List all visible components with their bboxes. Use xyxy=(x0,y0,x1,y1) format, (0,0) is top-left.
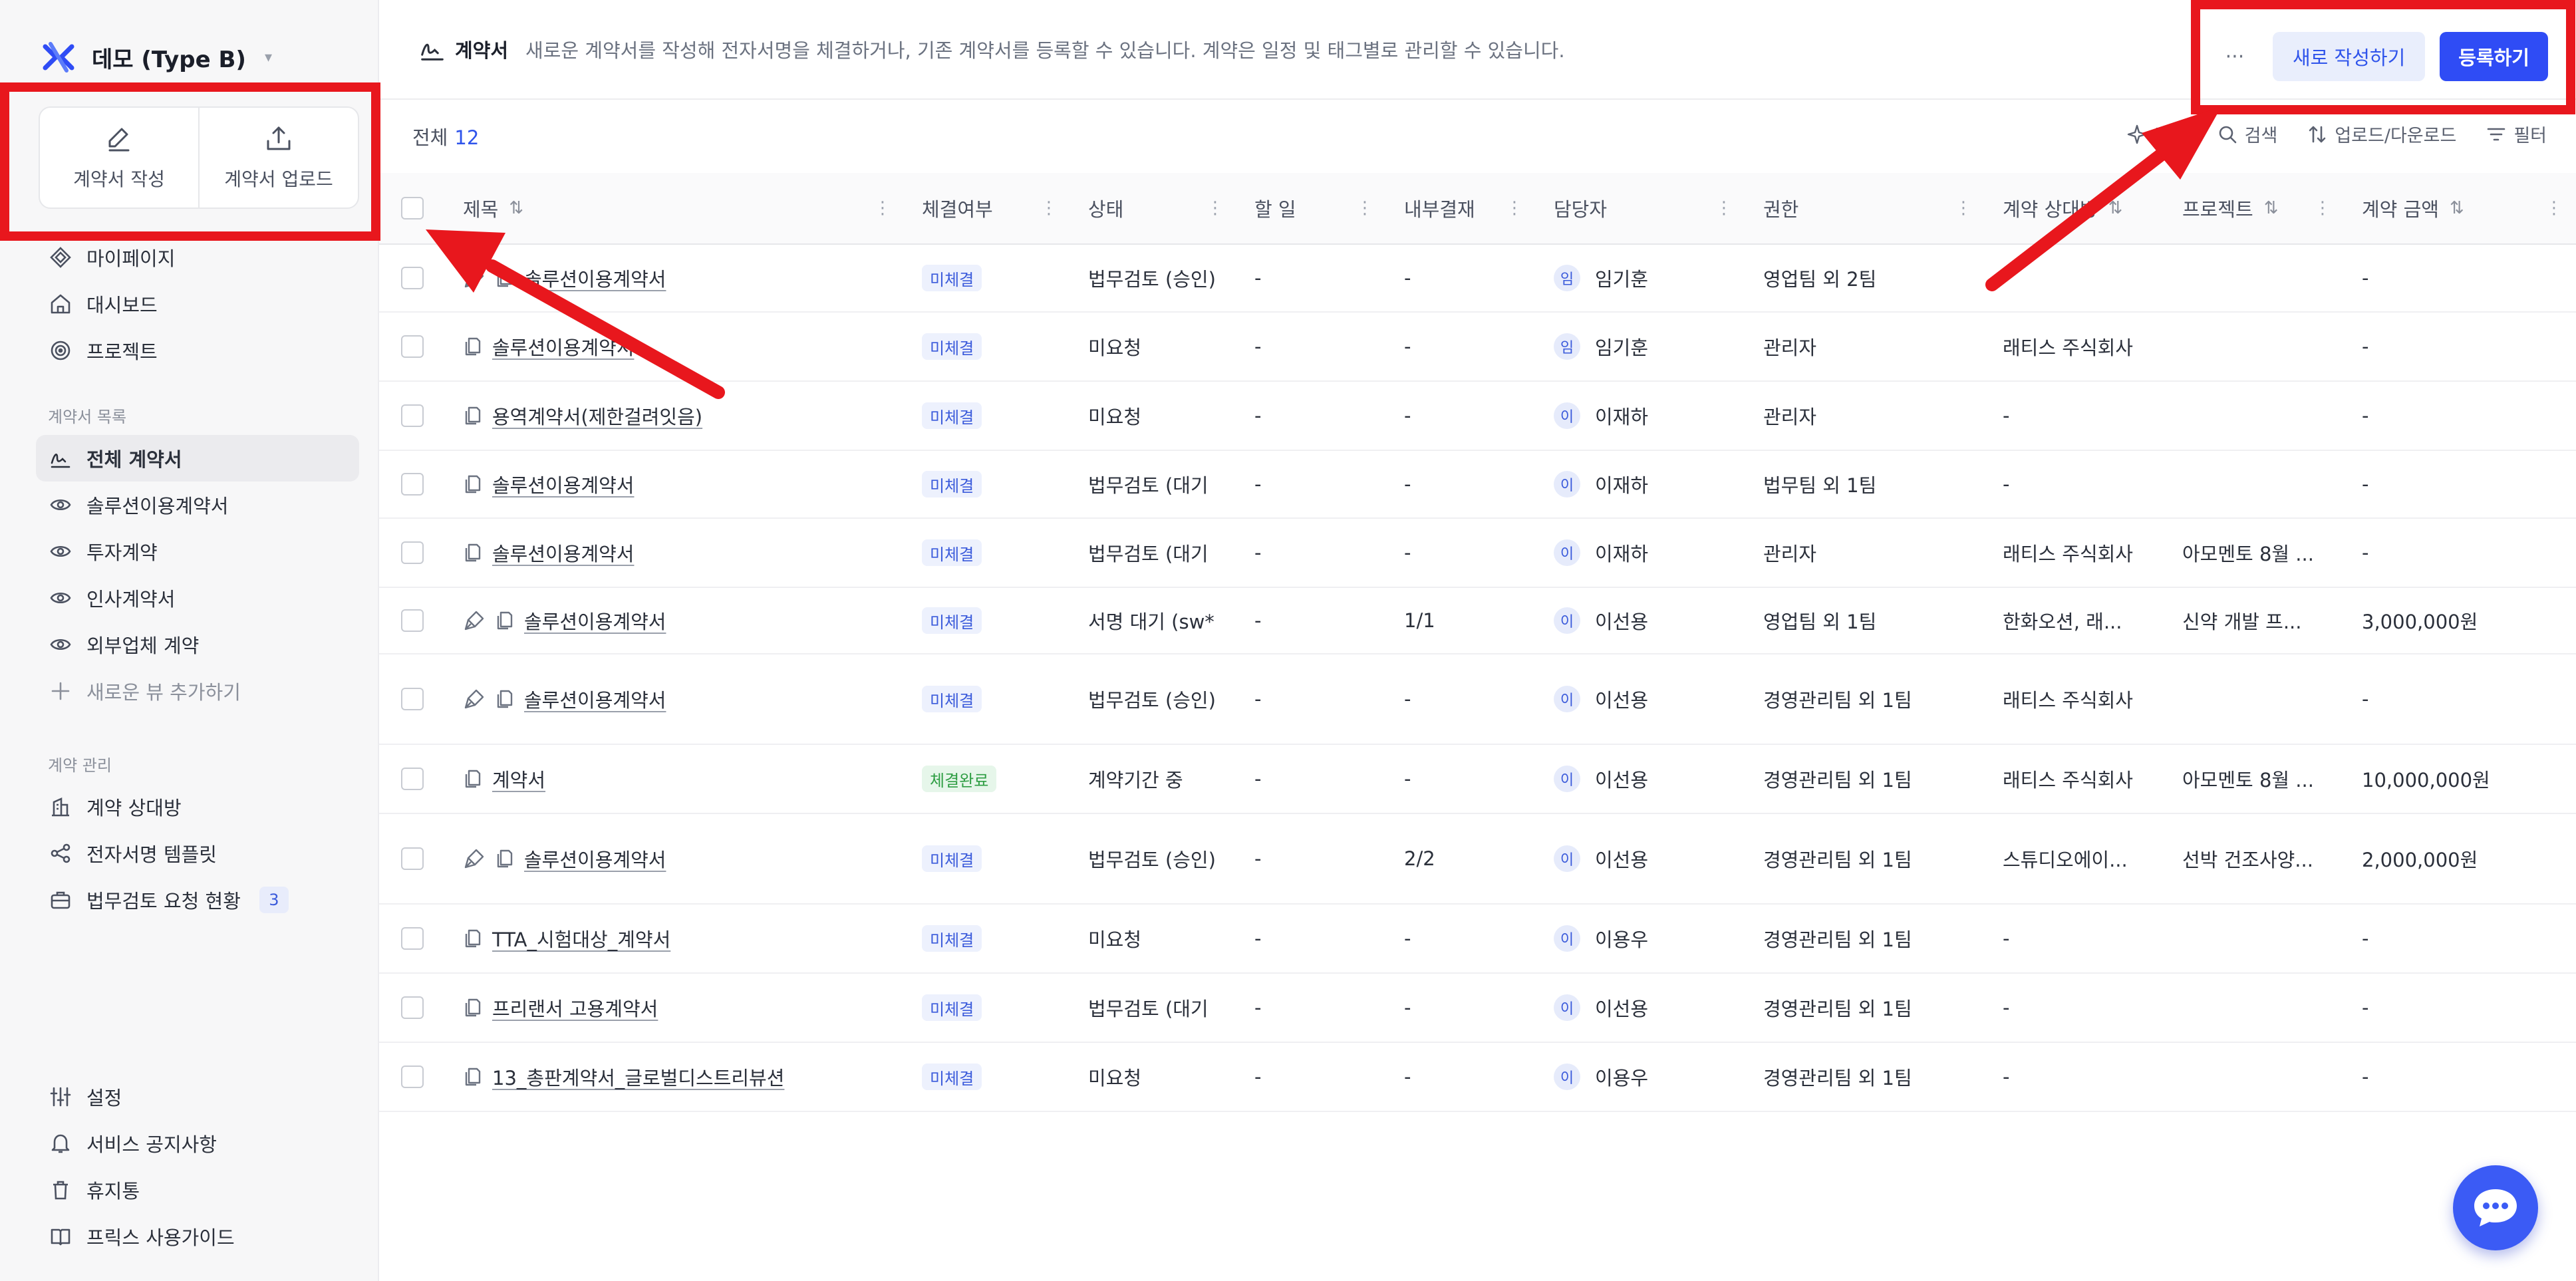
arrow-to-quick-actions xyxy=(486,259,725,399)
chat-bubble-icon xyxy=(2474,1189,2517,1226)
arrow-to-header-buttons xyxy=(1985,148,2168,291)
annotation-arrows xyxy=(426,106,2221,399)
chat-support-button[interactable] xyxy=(2453,1165,2538,1250)
